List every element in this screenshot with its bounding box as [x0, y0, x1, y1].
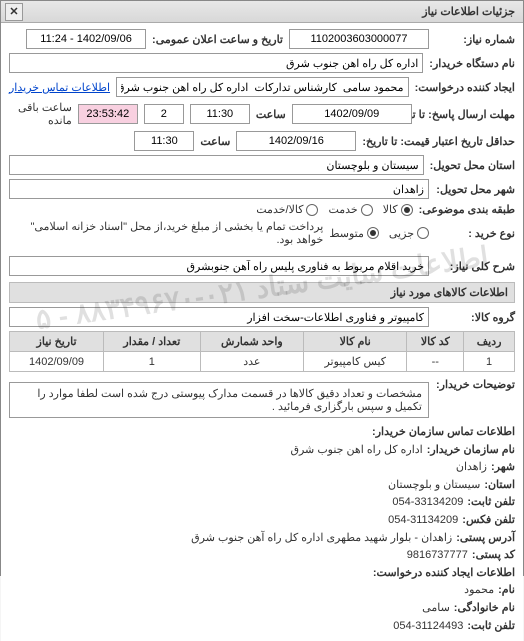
- general-desc-label: شرح کلی نیاز:: [435, 260, 515, 273]
- contact-postal-value: 9816737777: [407, 547, 468, 565]
- contact-phone-label: تلفن ثابت:: [467, 494, 515, 512]
- table-cell: 1: [104, 352, 201, 372]
- validity-deadline-time[interactable]: [134, 131, 194, 151]
- contact-org-label: نام سازمان خریدار:: [427, 442, 515, 460]
- table-cell: کیس کامپیوتر: [304, 352, 407, 372]
- validity-time-label: ساعت: [200, 135, 230, 148]
- table-cell: 1: [464, 352, 515, 372]
- purchase-type-radio-group: جزیی متوسط: [329, 227, 429, 240]
- contact-postal-label: کد پستی:: [472, 547, 515, 565]
- category-radio-2[interactable]: کالا/خدمت: [256, 203, 318, 216]
- requester-input[interactable]: [116, 77, 409, 97]
- response-countdown: [78, 104, 138, 124]
- response-deadline-date[interactable]: [292, 104, 412, 124]
- requester-family-label: نام خانوادگی:: [454, 600, 515, 618]
- org-name-label: نام دستگاه خریدار:: [429, 57, 515, 70]
- table-header: واحد شمارش: [200, 332, 303, 352]
- requester-name-label: نام:: [498, 582, 515, 600]
- contact-city-label: شهر:: [491, 459, 515, 477]
- category-radio-0[interactable]: کالا: [383, 203, 413, 216]
- request-number-input[interactable]: [289, 29, 429, 49]
- items-section-header: اطلاعات کالاهای مورد نیاز: [9, 282, 515, 303]
- radio-icon[interactable]: [417, 227, 429, 239]
- buyer-contact-link[interactable]: اطلاعات تماس خریدار: [9, 81, 110, 94]
- delivery-city-label: شهر محل تحویل:: [435, 183, 515, 196]
- remaining-label: ساعت باقی مانده: [9, 101, 72, 127]
- contact-section: اطلاعات تماس سازمان خریدار: نام سازمان خ…: [9, 424, 515, 635]
- announce-datetime-label: تاریخ و ساعت اعلان عمومی:: [152, 33, 283, 46]
- response-time-label: ساعت: [256, 108, 286, 121]
- contact-fax-label: تلفن فکس:: [462, 512, 515, 530]
- contact-province-label: استان:: [484, 477, 515, 495]
- requester-phone-value: 054-31124493: [393, 618, 463, 636]
- contact-org-value: اداره کل راه اهن جنوب شرق: [290, 442, 422, 460]
- radio-icon[interactable]: [306, 204, 318, 216]
- item-group-input[interactable]: [9, 307, 429, 327]
- table-header: نام کالا: [304, 332, 407, 352]
- org-name-input[interactable]: [9, 53, 423, 73]
- delivery-province-label: استان محل تحویل:: [430, 159, 515, 172]
- radio-icon[interactable]: [367, 227, 379, 239]
- table-header: تاریخ نیاز: [10, 332, 104, 352]
- table-row[interactable]: 1--کیس کامپیوترعدد11402/09/09: [10, 352, 515, 372]
- radio-label: متوسط: [329, 227, 364, 240]
- table-cell: عدد: [200, 352, 303, 372]
- close-button[interactable]: ✕: [5, 3, 23, 21]
- purchase-radio-1[interactable]: متوسط: [329, 227, 379, 240]
- table-header: ردیف: [464, 332, 515, 352]
- buyer-notes-box: مشخصات و تعداد دقیق کالاها در قسمت مدارک…: [9, 382, 429, 418]
- response-deadline-time[interactable]: [190, 104, 250, 124]
- requester-label: ایجاد کننده درخواست:: [415, 81, 515, 94]
- contact-address-value: زاهدان - بلوار شهید مطهری اداره کل راه آ…: [191, 530, 452, 548]
- purchase-type-label: نوع خرید :: [435, 227, 515, 240]
- requester-family-value: سامی: [422, 600, 450, 618]
- radio-label: جزیی: [389, 227, 414, 240]
- general-desc-input[interactable]: [9, 256, 429, 276]
- contact-province-value: سیستان و بلوچستان: [388, 477, 480, 495]
- content-area: شماره نیاز: تاریخ و ساعت اعلان عمومی: نا…: [1, 23, 523, 641]
- response-deadline-label: مهلت ارسال پاسخ: تا تاریخ:: [418, 108, 515, 121]
- items-table: ردیفکد کالانام کالاواحد شمارشتعداد / مقد…: [9, 331, 515, 372]
- requester-phone-label: تلفن ثابت:: [467, 618, 515, 636]
- purchase-radio-0[interactable]: جزیی: [389, 227, 429, 240]
- radio-label: خدمت: [328, 203, 357, 216]
- table-header: تعداد / مقدار: [104, 332, 201, 352]
- delivery-province-input[interactable]: [9, 155, 424, 175]
- response-deadline-count[interactable]: [144, 104, 184, 124]
- radio-label: کالا/خدمت: [256, 203, 303, 216]
- buyer-notes-label: توضیحات خریدار:: [435, 378, 515, 391]
- category-radio-group: کالا خدمت کالا/خدمت: [256, 203, 412, 216]
- request-number-label: شماره نیاز:: [435, 33, 515, 46]
- contact-address-label: آدرس پستی:: [456, 530, 515, 548]
- table-cell: --: [407, 352, 464, 372]
- validity-deadline-date[interactable]: [236, 131, 356, 151]
- contact-fax-value: 054-31134209: [388, 512, 458, 530]
- requester-name-value: محمود: [464, 582, 494, 600]
- contact-city-value: زاهدان: [456, 459, 487, 477]
- delivery-city-input[interactable]: [9, 179, 429, 199]
- purchase-note: پرداخت تمام یا بخشی از مبلغ خرید،از محل …: [9, 220, 323, 246]
- requester-header: اطلاعات ایجاد کننده درخواست:: [373, 565, 515, 583]
- item-group-label: گروه کالا:: [435, 311, 515, 324]
- radio-icon[interactable]: [361, 204, 373, 216]
- window-title: جزئیات اطلاعات نیاز: [422, 6, 515, 18]
- validity-deadline-label: حداقل تاریخ اعتبار قیمت: تا تاریخ:: [362, 135, 515, 148]
- radio-icon[interactable]: [401, 204, 413, 216]
- category-radio-1[interactable]: خدمت: [328, 203, 372, 216]
- table-cell: 1402/09/09: [10, 352, 104, 372]
- contact-phone-value: 054-33134209: [392, 494, 463, 512]
- contact-header: اطلاعات تماس سازمان خریدار:: [372, 424, 515, 442]
- radio-label: کالا: [383, 203, 398, 216]
- category-label: طبقه بندی موضوعی:: [419, 203, 515, 216]
- announce-datetime-input[interactable]: [26, 29, 146, 49]
- table-header: کد کالا: [407, 332, 464, 352]
- window-titlebar: جزئیات اطلاعات نیاز ✕: [1, 1, 523, 23]
